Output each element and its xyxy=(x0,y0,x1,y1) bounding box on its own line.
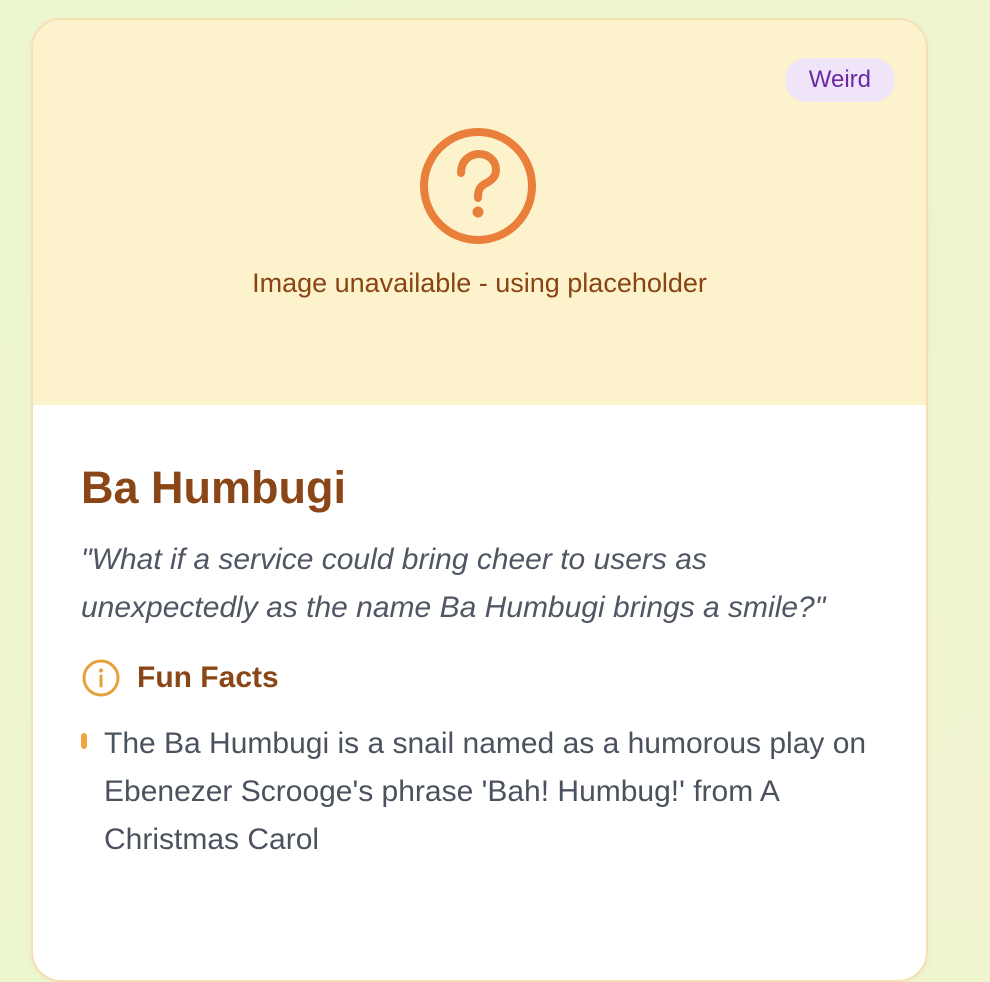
placeholder-text: Image unavailable - using placeholder xyxy=(252,268,707,298)
fun-facts-title: Fun Facts xyxy=(137,661,279,694)
info-circle-icon xyxy=(82,659,120,697)
category-badge: Weird xyxy=(784,58,895,102)
card-quote: "What if a service could bring cheer to … xyxy=(81,543,826,624)
question-circle-icon xyxy=(420,128,536,244)
fun-facts-header: Fun Facts xyxy=(81,656,878,700)
creature-card[interactable]: Weird Image unavailable - using placehol… xyxy=(31,18,928,982)
card-image-placeholder: Weird Image unavailable - using placehol… xyxy=(33,20,926,405)
fun-facts-list: The Ba Humbugi is a snail named as a hum… xyxy=(81,720,878,864)
card-title: Ba Humbugi xyxy=(81,462,346,513)
fact-bullet-icon xyxy=(81,733,87,749)
fun-fact-text: The Ba Humbugi is a snail named as a hum… xyxy=(104,727,867,856)
card-body: Ba Humbugi "What if a service could brin… xyxy=(33,405,926,864)
fun-fact-item: The Ba Humbugi is a snail named as a hum… xyxy=(81,720,878,864)
